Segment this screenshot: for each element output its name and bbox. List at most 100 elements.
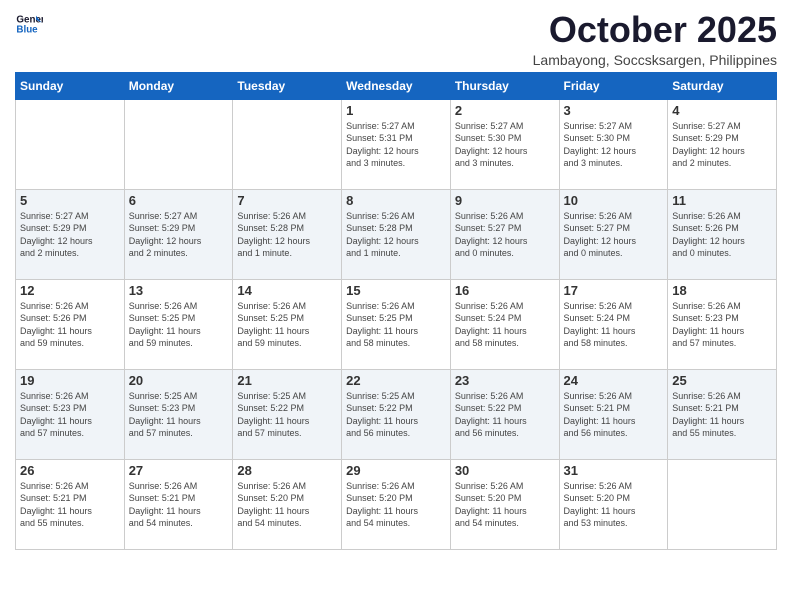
weekday-header-tuesday: Tuesday <box>233 72 342 99</box>
calendar-cell: 29 Sunrise: 5:26 AMSunset: 5:20 PMDayligh… <box>342 459 451 549</box>
calendar-cell <box>124 99 233 189</box>
day-number: 1 <box>346 103 446 118</box>
day-number: 18 <box>672 283 772 298</box>
day-number: 16 <box>455 283 555 298</box>
day-number: 2 <box>455 103 555 118</box>
calendar-cell: 27Sunrise: 5:26 AMSunset: 5:21 PMDayligh… <box>124 459 233 549</box>
day-info: Sunrise: 5:26 AMSunset: 5:20 PMDaylight:… <box>455 480 555 530</box>
day-info: Sunrise: 5:27 AMSunset: 5:29 PMDaylight:… <box>672 120 772 170</box>
day-info: Sunrise: 5:25 AMSunset: 5:22 PMDaylight:… <box>237 390 337 440</box>
day-number: 23 <box>455 373 555 388</box>
day-number: 13 <box>129 283 229 298</box>
day-number: 22 <box>346 373 446 388</box>
calendar-cell <box>233 99 342 189</box>
calendar-cell: 26 Sunrise: 5:26 AMSunset: 5:21 PMDayligh… <box>16 459 125 549</box>
day-info: Sunrise: 5:26 AMSunset: 5:28 PMDaylight:… <box>237 210 337 260</box>
calendar-cell: 16 Sunrise: 5:26 AMSunset: 5:24 PMDayligh… <box>450 279 559 369</box>
weekday-header-friday: Friday <box>559 72 668 99</box>
day-info: Sunrise: 5:26 AMSunset: 5:26 PMDaylight:… <box>20 300 120 350</box>
calendar-week-row: 26 Sunrise: 5:26 AMSunset: 5:21 PMDayligh… <box>16 459 777 549</box>
logo: General Blue <box>15 10 43 38</box>
calendar-cell: 6Sunrise: 5:27 AMSunset: 5:29 PMDaylight… <box>124 189 233 279</box>
day-info: Sunrise: 5:26 AMSunset: 5:28 PMDaylight:… <box>346 210 446 260</box>
day-info: Sunrise: 5:26 AMSunset: 5:20 PMDaylight:… <box>564 480 664 530</box>
weekday-header-monday: Monday <box>124 72 233 99</box>
day-number: 31 <box>564 463 664 478</box>
day-number: 3 <box>564 103 664 118</box>
calendar-cell: 12 Sunrise: 5:26 AMSunset: 5:26 PMDayligh… <box>16 279 125 369</box>
day-info: Sunrise: 5:25 AMSunset: 5:23 PMDaylight:… <box>129 390 229 440</box>
calendar-week-row: 19 Sunrise: 5:26 AMSunset: 5:23 PMDayligh… <box>16 369 777 459</box>
day-number: 30 <box>455 463 555 478</box>
day-info: Sunrise: 5:25 AMSunset: 5:22 PMDaylight:… <box>346 390 446 440</box>
calendar-table: SundayMondayTuesdayWednesdayThursdayFrid… <box>15 72 777 550</box>
day-info: Sunrise: 5:26 AMSunset: 5:25 PMDaylight:… <box>237 300 337 350</box>
calendar-week-row: 12 Sunrise: 5:26 AMSunset: 5:26 PMDayligh… <box>16 279 777 369</box>
day-info: Sunrise: 5:26 AMSunset: 5:27 PMDaylight:… <box>455 210 555 260</box>
day-number: 15 <box>346 283 446 298</box>
day-number: 26 <box>20 463 120 478</box>
page-header: General Blue October 2025 Lambayong, Soc… <box>15 10 777 68</box>
calendar-cell: 15 Sunrise: 5:26 AMSunset: 5:25 PMDayligh… <box>342 279 451 369</box>
day-info: Sunrise: 5:27 AMSunset: 5:30 PMDaylight:… <box>455 120 555 170</box>
day-info: Sunrise: 5:27 AMSunset: 5:29 PMDaylight:… <box>20 210 120 260</box>
day-info: Sunrise: 5:26 AMSunset: 5:24 PMDaylight:… <box>455 300 555 350</box>
location-subtitle: Lambayong, Soccsksargen, Philippines <box>533 52 777 68</box>
calendar-cell: 23 Sunrise: 5:26 AMSunset: 5:22 PMDayligh… <box>450 369 559 459</box>
day-number: 17 <box>564 283 664 298</box>
day-info: Sunrise: 5:26 AMSunset: 5:25 PMDaylight:… <box>346 300 446 350</box>
day-info: Sunrise: 5:26 AMSunset: 5:20 PMDaylight:… <box>237 480 337 530</box>
calendar-cell: 11 Sunrise: 5:26 AMSunset: 5:26 PMDayligh… <box>668 189 777 279</box>
day-info: Sunrise: 5:26 AMSunset: 5:22 PMDaylight:… <box>455 390 555 440</box>
day-info: Sunrise: 5:26 AMSunset: 5:20 PMDaylight:… <box>346 480 446 530</box>
day-number: 5 <box>20 193 120 208</box>
calendar-cell: 22 Sunrise: 5:25 AMSunset: 5:22 PMDayligh… <box>342 369 451 459</box>
calendar-cell: 18 Sunrise: 5:26 AMSunset: 5:23 PMDayligh… <box>668 279 777 369</box>
day-number: 20 <box>129 373 229 388</box>
calendar-cell: 28 Sunrise: 5:26 AMSunset: 5:20 PMDayligh… <box>233 459 342 549</box>
svg-text:Blue: Blue <box>16 24 38 35</box>
day-info: Sunrise: 5:27 AMSunset: 5:31 PMDaylight:… <box>346 120 446 170</box>
day-number: 7 <box>237 193 337 208</box>
calendar-cell: 30 Sunrise: 5:26 AMSunset: 5:20 PMDayligh… <box>450 459 559 549</box>
day-info: Sunrise: 5:27 AMSunset: 5:30 PMDaylight:… <box>564 120 664 170</box>
logo-icon: General Blue <box>15 10 43 38</box>
calendar-cell: 1 Sunrise: 5:27 AMSunset: 5:31 PMDaylight… <box>342 99 451 189</box>
day-number: 14 <box>237 283 337 298</box>
day-info: Sunrise: 5:26 AMSunset: 5:23 PMDaylight:… <box>20 390 120 440</box>
day-number: 8 <box>346 193 446 208</box>
calendar-cell: 9 Sunrise: 5:26 AMSunset: 5:27 PMDaylight… <box>450 189 559 279</box>
day-number: 27 <box>129 463 229 478</box>
day-info: Sunrise: 5:26 AMSunset: 5:26 PMDaylight:… <box>672 210 772 260</box>
weekday-header-sunday: Sunday <box>16 72 125 99</box>
day-info: Sunrise: 5:26 AMSunset: 5:21 PMDaylight:… <box>564 390 664 440</box>
day-number: 25 <box>672 373 772 388</box>
day-info: Sunrise: 5:26 AMSunset: 5:24 PMDaylight:… <box>564 300 664 350</box>
weekday-header-row: SundayMondayTuesdayWednesdayThursdayFrid… <box>16 72 777 99</box>
calendar-cell <box>668 459 777 549</box>
calendar-cell: 17 Sunrise: 5:26 AMSunset: 5:24 PMDayligh… <box>559 279 668 369</box>
calendar-cell: 14 Sunrise: 5:26 AMSunset: 5:25 PMDayligh… <box>233 279 342 369</box>
calendar-cell: 4Sunrise: 5:27 AMSunset: 5:29 PMDaylight… <box>668 99 777 189</box>
calendar-cell: 5 Sunrise: 5:27 AMSunset: 5:29 PMDaylight… <box>16 189 125 279</box>
calendar-cell: 10Sunrise: 5:26 AMSunset: 5:27 PMDayligh… <box>559 189 668 279</box>
day-number: 29 <box>346 463 446 478</box>
day-number: 21 <box>237 373 337 388</box>
day-number: 11 <box>672 193 772 208</box>
calendar-cell: 7 Sunrise: 5:26 AMSunset: 5:28 PMDaylight… <box>233 189 342 279</box>
day-number: 9 <box>455 193 555 208</box>
weekday-header-saturday: Saturday <box>668 72 777 99</box>
calendar-cell: 13Sunrise: 5:26 AMSunset: 5:25 PMDayligh… <box>124 279 233 369</box>
day-number: 12 <box>20 283 120 298</box>
day-number: 19 <box>20 373 120 388</box>
calendar-week-row: 1 Sunrise: 5:27 AMSunset: 5:31 PMDaylight… <box>16 99 777 189</box>
calendar-cell: 2 Sunrise: 5:27 AMSunset: 5:30 PMDaylight… <box>450 99 559 189</box>
day-info: Sunrise: 5:26 AMSunset: 5:21 PMDaylight:… <box>20 480 120 530</box>
day-info: Sunrise: 5:26 AMSunset: 5:27 PMDaylight:… <box>564 210 664 260</box>
calendar-cell: 24Sunrise: 5:26 AMSunset: 5:21 PMDayligh… <box>559 369 668 459</box>
day-number: 28 <box>237 463 337 478</box>
day-info: Sunrise: 5:26 AMSunset: 5:21 PMDaylight:… <box>672 390 772 440</box>
month-title: October 2025 <box>533 10 777 50</box>
day-info: Sunrise: 5:26 AMSunset: 5:23 PMDaylight:… <box>672 300 772 350</box>
title-area: October 2025 Lambayong, Soccsksargen, Ph… <box>533 10 777 68</box>
